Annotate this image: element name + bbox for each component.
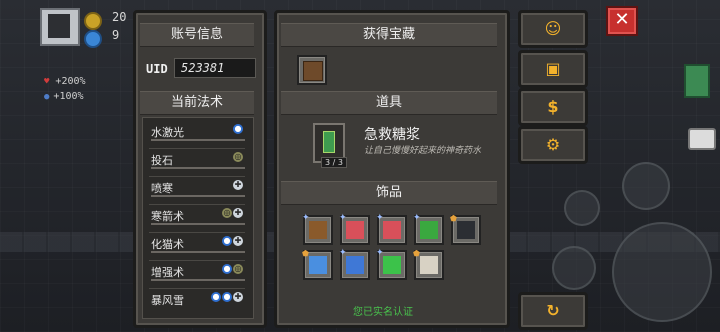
potion-icon [323, 131, 335, 153]
accessory-slot[interactable]: ✦ [376, 248, 407, 280]
star-badge-icon: ✦ [376, 248, 384, 258]
enemy-sprite [684, 64, 710, 98]
treasure-chest-slot[interactable] [297, 55, 327, 85]
earth-element-icon: ◎ [233, 264, 243, 274]
account-title: 账号信息 [140, 23, 254, 47]
mana-drop-icon: ● [44, 92, 50, 102]
water-element-icon: ● [233, 124, 243, 134]
accessory-slot[interactable]: ⬟ [413, 249, 444, 280]
green-rune-icon [420, 221, 438, 239]
water-element-icon: ● [222, 292, 232, 302]
star-badge-icon: ✦ [339, 248, 347, 258]
star-badge-icon: ✦ [339, 213, 347, 223]
close-icon: ✕ [614, 9, 630, 30]
star-badge-icon: ✦ [302, 213, 310, 223]
close-button[interactable]: ✕ [606, 6, 638, 36]
air-element-icon: ✚ [233, 180, 243, 190]
accessory-slot[interactable]: ✦ [339, 213, 370, 245]
skill-button-bg[interactable] [552, 246, 596, 290]
blue-claw-icon [309, 256, 327, 274]
treasure-title: 获得宝藏 [281, 23, 497, 47]
white-bone-icon [420, 256, 438, 274]
spell-row[interactable]: 喷寒 ✚ [149, 176, 245, 205]
green-bug-icon [383, 256, 401, 274]
star-badge-icon: ✦ [413, 213, 421, 223]
accessory-slot[interactable]: ✦ [376, 213, 407, 245]
earth-element-icon: ◎ [222, 208, 232, 218]
item-name: 急救糖浆 [364, 127, 420, 143]
skill-slot-bg[interactable] [564, 190, 600, 226]
gear-icon: ⚙ [545, 135, 561, 154]
spell-row[interactable]: 增强术 ● ◎ [149, 260, 245, 289]
brown-scroll-icon [309, 221, 327, 239]
spell-row[interactable]: 投石 ◎ [149, 148, 245, 177]
gem-icon [84, 30, 102, 48]
refresh-icon: ↻ [546, 301, 560, 320]
player-avatar[interactable] [40, 8, 80, 46]
treasure-panel: 获得宝藏 道具 3 / 3 急救糖浆 让自己慢慢好起来的神奇药水 饰品 ✦ ✦ ✦ ✦… [274, 10, 510, 328]
hp-bonus: ♥ +200% [44, 76, 86, 87]
coin-icon [84, 12, 102, 30]
verified-status: 您已实名认证 [353, 307, 413, 318]
star-badge-icon: ✦ [376, 213, 384, 223]
coin-count: 20 [112, 10, 127, 24]
shield-badge-icon: ⬟ [302, 249, 309, 258]
accessories-title: 饰品 [281, 181, 497, 205]
accessory-slot[interactable]: ✦ [413, 213, 444, 245]
spell-row[interactable]: 化猫术 ● ✚ [149, 232, 245, 261]
redeem-code-icon: $ [547, 97, 559, 116]
spell-row[interactable]: 暴风雪 ● ● ✚ [149, 288, 245, 316]
uid-value[interactable]: 523381 [174, 58, 256, 78]
settings-button[interactable]: ⚙ [518, 126, 588, 164]
air-element-icon: ✚ [233, 292, 243, 302]
accessory-slot[interactable]: ⬟ [302, 249, 333, 280]
item-count: 3 / 3 [321, 157, 347, 168]
gift-button[interactable]: ▣ [518, 50, 588, 88]
accessory-slot[interactable]: ✦ [339, 248, 370, 280]
dark-mask-icon [457, 221, 475, 239]
account-panel: 账号信息 UID 523381 当前法术 水激光 ● 投石 ◎ 喷寒 ✚ 寒箭术… [133, 10, 267, 328]
redeem-button[interactable]: $ [518, 88, 588, 126]
blue-staff-icon [346, 256, 364, 274]
gift-icon: ▣ [545, 59, 561, 78]
spell-row[interactable]: 水激光 ● [149, 120, 245, 149]
air-element-icon: ✚ [233, 236, 243, 246]
support-icon: ☺ [544, 19, 562, 38]
mp-bonus: ● +100% [44, 91, 84, 102]
chat-icon[interactable] [688, 128, 716, 150]
water-element-icon: ● [222, 264, 232, 274]
uid-label: UID [146, 62, 168, 76]
refresh-button[interactable]: ↻ [518, 292, 588, 330]
shield-badge-icon: ⬟ [450, 214, 457, 223]
gem-count: 9 [112, 28, 120, 42]
red-seed-icon [383, 221, 401, 239]
shield-badge-icon: ⬟ [413, 249, 420, 258]
item-description: 让自己慢慢好起来的神奇药水 [364, 146, 482, 156]
spell-row[interactable]: 寒箭术 ◎ ✚ [149, 204, 245, 233]
accessory-slot[interactable]: ⬟ [450, 214, 481, 245]
attack-joystick[interactable] [612, 222, 712, 322]
skill-snowflake-bg[interactable] [622, 162, 670, 210]
earth-element-icon: ◎ [233, 152, 243, 162]
red-seed-icon [346, 221, 364, 239]
support-button[interactable]: ☺ [518, 10, 588, 48]
air-element-icon: ✚ [233, 208, 243, 218]
spell-list[interactable]: 水激光 ● 投石 ◎ 喷寒 ✚ 寒箭术 ◎✚ 化猫术 ●✚ 增强术 ●◎ [142, 117, 254, 319]
items-title: 道具 [281, 91, 497, 115]
accessory-slot[interactable]: ✦ [302, 213, 333, 245]
chest-icon [303, 61, 323, 81]
water-element-icon: ● [211, 292, 221, 302]
heart-icon: ♥ [44, 77, 50, 87]
water-element-icon: ● [222, 236, 232, 246]
spells-title: 当前法术 [140, 91, 254, 115]
